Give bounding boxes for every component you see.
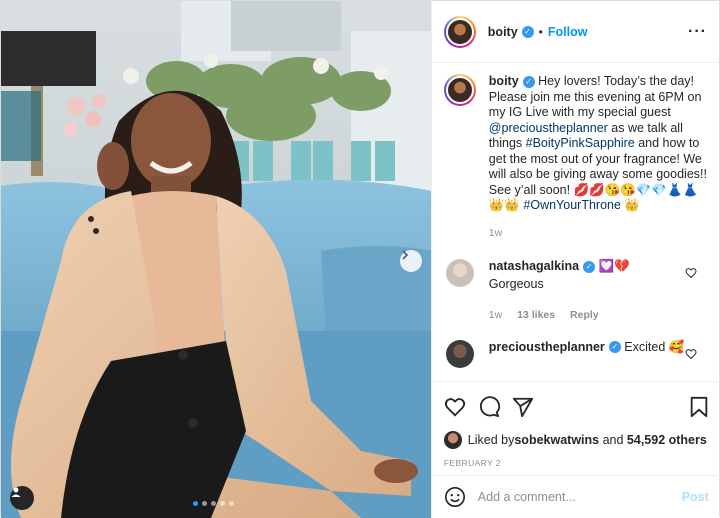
verified-icon: ✓ — [583, 260, 596, 273]
verified-icon: ✓ — [608, 341, 621, 354]
likes-count[interactable]: 54,592 others — [627, 433, 707, 447]
more-icon[interactable]: ··· — [688, 23, 707, 41]
carousel-dot — [211, 501, 216, 506]
caption-emoji-end: 👑 — [620, 198, 640, 212]
carousel-dot — [220, 501, 225, 506]
tag-user-icon — [11, 487, 21, 497]
comment-likes[interactable]: 13 likes — [517, 309, 555, 321]
caption-username[interactable]: boity — [489, 74, 519, 88]
reply-button[interactable]: Reply — [570, 309, 599, 321]
comment-emoji: 💟💔 — [598, 259, 630, 273]
tagged-users-button[interactable] — [10, 486, 34, 510]
post-photo[interactable] — [1, 1, 431, 518]
comment-username[interactable]: precioustheplanner — [489, 340, 605, 354]
next-photo-button[interactable] — [400, 250, 422, 272]
photo-illustration — [1, 1, 431, 518]
comment-meta: 1w 13 likes Reply — [489, 308, 709, 324]
caption-avatar[interactable] — [443, 74, 476, 106]
liker-avatar[interactable] — [443, 431, 462, 449]
save-icon[interactable] — [689, 396, 709, 418]
author-avatar[interactable] — [443, 15, 476, 48]
post-date[interactable]: FEBRUARY 2 — [444, 458, 709, 468]
comment-body: precioustheplanner ✓ Excited 🥰 — [489, 340, 709, 368]
liker-username[interactable]: sobekwatwins — [514, 433, 599, 447]
heart-icon[interactable] — [685, 267, 697, 279]
comment-username[interactable]: natashagalkina — [489, 259, 579, 273]
comment-text: Gorgeous — [488, 276, 544, 291]
comment-item: precioustheplanner ✓ Excited 🥰 — [432, 324, 720, 368]
author-username[interactable]: boity — [488, 25, 518, 39]
action-icons — [444, 390, 709, 424]
hashtag-link[interactable]: #OwnYourThrone — [523, 198, 621, 212]
commenter-avatar[interactable] — [445, 339, 474, 368]
follow-button[interactable]: Follow — [548, 25, 588, 39]
instagram-post: boity ✓ • Follow ··· boity ✓ Hey lovers! … — [0, 0, 720, 518]
post-sidebar: boity ✓ • Follow ··· boity ✓ Hey lovers! … — [430, 1, 720, 518]
comment-body: natashagalkina ✓ 💟💔 Gorgeous 1w 13 likes … — [489, 259, 709, 324]
mention-link[interactable]: @precioustheplanner — [489, 121, 608, 135]
commenter-avatar[interactable] — [445, 259, 474, 287]
caption: boity ✓ Hey lovers! Today’s the day! Plea… — [432, 64, 720, 241]
comment-age: 1w — [488, 309, 503, 321]
verified-icon: ✓ — [522, 75, 535, 88]
post-comment-button[interactable]: Post — [682, 490, 709, 504]
comments-list[interactable]: boity ✓ Hey lovers! Today’s the day! Plea… — [432, 64, 720, 381]
carousel-indicator — [193, 501, 234, 506]
likes-summary: Liked by sobekwatwins and 54,592 others — [443, 430, 709, 450]
comment-input[interactable] — [477, 490, 682, 504]
carousel-dot — [202, 501, 207, 506]
comment-item: natashagalkina ✓ 💟💔 Gorgeous 1w 13 likes … — [432, 241, 720, 324]
add-comment-bar: Post — [431, 475, 720, 518]
caption-age: 1w — [488, 226, 503, 239]
carousel-dot — [193, 501, 198, 506]
emoji-icon[interactable] — [444, 486, 466, 508]
like-icon[interactable] — [444, 396, 466, 418]
liked-and-label: and — [599, 433, 627, 447]
next-icon — [402, 250, 409, 260]
caption-text: Hey lovers! Today’s the day! Please join… — [488, 74, 702, 119]
separator-dot: • — [538, 24, 543, 39]
comment-text: Excited 🥰 — [624, 339, 685, 354]
post-actions: Liked by sobekwatwins and 54,592 others … — [431, 381, 720, 468]
liked-by-label: Liked by — [467, 433, 515, 447]
post-header: boity ✓ • Follow ··· — [431, 1, 719, 63]
caption-meta: 1w — [489, 226, 709, 242]
caption-body: boity ✓ Hey lovers! Today’s the day! Plea… — [489, 74, 709, 241]
verified-icon: ✓ — [521, 25, 534, 38]
hashtag-link[interactable]: #BoityPinkSapphire — [526, 136, 635, 150]
carousel-dot — [229, 501, 234, 506]
comment-icon[interactable] — [478, 396, 500, 418]
heart-icon[interactable] — [685, 348, 697, 360]
share-icon[interactable] — [512, 396, 534, 418]
